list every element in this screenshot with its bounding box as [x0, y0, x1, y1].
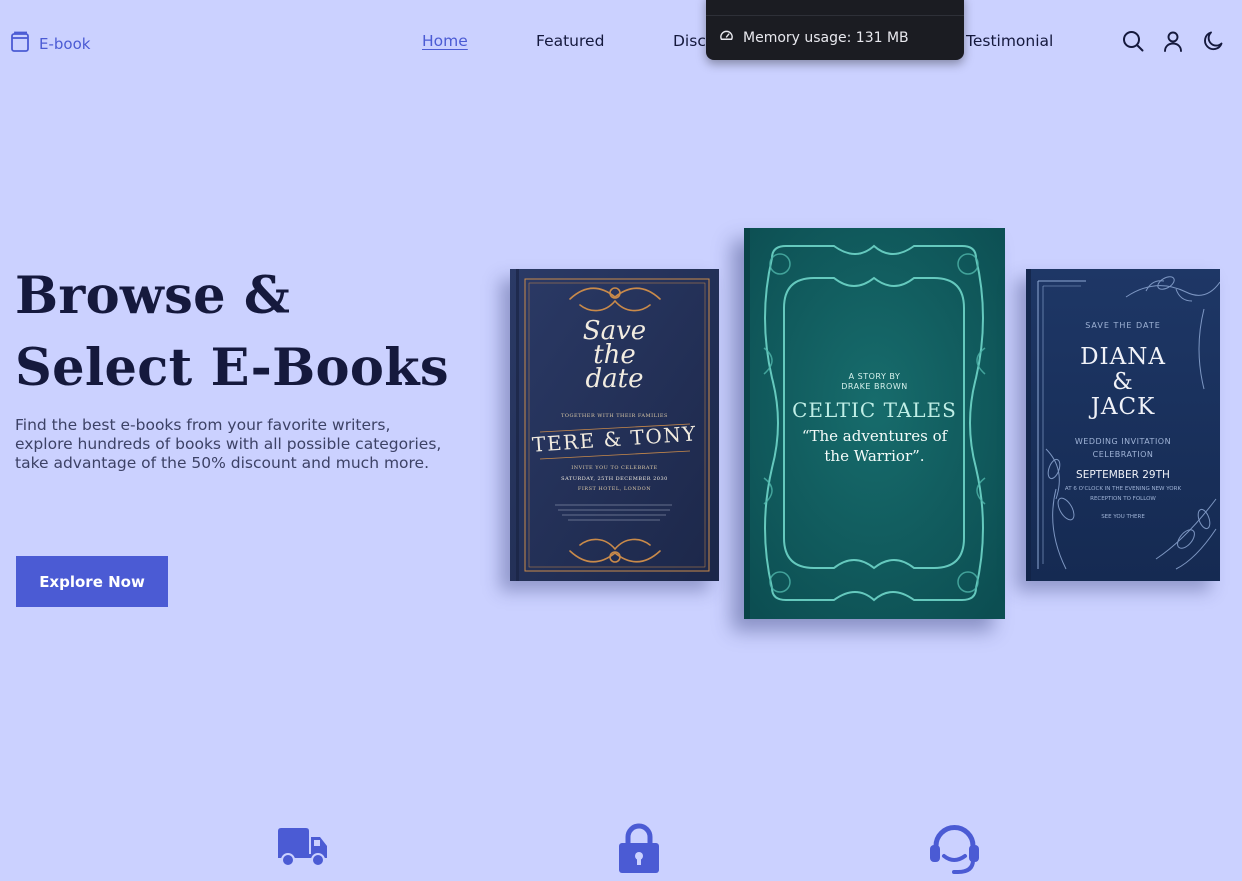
reception-text: RECEPTION TO FOLLOW: [1090, 496, 1156, 502]
memory-usage-text: Memory usage: 131 MB: [743, 29, 909, 46]
user-icon[interactable]: [1162, 30, 1184, 52]
hero-title-line-2: Select E-Books: [15, 338, 449, 398]
name-2: JACK: [1090, 394, 1156, 420]
nav-featured[interactable]: Featured: [536, 32, 604, 50]
couple-names: DIANA & JACK: [1026, 345, 1220, 420]
gauge-icon: [719, 28, 734, 47]
see-you-text: SEE YOU THERE: [1101, 514, 1145, 520]
memory-tooltip: Memory usage: 131 MB: [706, 0, 964, 60]
nav-testimonial[interactable]: Testimonial: [966, 32, 1053, 50]
book-subtitle: “The adventures of the Warrior”.: [744, 426, 1005, 466]
headset-icon: [928, 822, 981, 875]
invitation-text: WEDDING INVITATION CELEBRATION: [1026, 435, 1220, 461]
together-text: TOGETHER WITH THEIR FAMILIES: [561, 413, 668, 419]
script-line-3: date: [585, 364, 644, 394]
hero-description: Find the best e-books from your favorite…: [15, 416, 442, 472]
celebration-line: CELEBRATION: [1092, 450, 1154, 459]
explore-now-button[interactable]: Explore Now: [16, 556, 168, 607]
byline-2: DRAKE BROWN: [841, 382, 908, 391]
book-cover-celtic-tales[interactable]: A STORY BY DRAKE BROWN CELTIC TALES “The…: [744, 228, 1005, 619]
moon-icon[interactable]: [1202, 30, 1224, 52]
tooltip-header: [706, 0, 964, 16]
book-cover-tere-tony[interactable]: Save the date TOGETHER WITH THEIR FAMILI…: [510, 269, 719, 581]
hero-title-line-1: Browse &: [15, 266, 291, 326]
save-the-date-script: Save the date: [510, 318, 719, 394]
main-nav: Home Featured Disco Testimonial: [0, 32, 1242, 54]
event-date: SATURDAY, 25TH DECEMBER 2030: [561, 476, 668, 482]
invitation-line: WEDDING INVITATION: [1074, 437, 1172, 446]
wedding-time: AT 6 O'CLOCK IN THE EVENING NEW YORK: [1064, 486, 1182, 492]
name-1: DIANA: [1080, 344, 1166, 370]
subtitle-line-2: the Warrior”.: [824, 447, 925, 465]
hero-title: Browse & Select E-Books: [15, 260, 495, 404]
lock-icon: [617, 823, 661, 873]
search-icon[interactable]: [1122, 30, 1144, 52]
subtitle-line-1: “The adventures of: [801, 427, 948, 445]
book-cover-diana-jack[interactable]: SAVE THE DATE DIANA & JACK WEDDING INVIT…: [1026, 269, 1220, 581]
save-the-date-text: SAVE THE DATE: [1085, 321, 1161, 330]
site-header: E-book Home Featured Disco Testimonial: [0, 0, 1242, 84]
invite-text: INVITE YOU TO CELEBRATE: [571, 465, 658, 471]
byline-1: A STORY BY: [848, 372, 901, 381]
book-title: CELTIC TALES: [792, 398, 957, 422]
author-byline: A STORY BY DRAKE BROWN: [744, 372, 1005, 392]
header-actions: [1122, 30, 1224, 52]
event-venue: FIRST HOTEL, LONDON: [577, 486, 652, 492]
wedding-date: SEPTEMBER 29TH: [1076, 469, 1170, 481]
truck-icon: [276, 827, 329, 867]
memory-row: Memory usage: 131 MB: [719, 28, 909, 47]
nav-home[interactable]: Home: [422, 32, 468, 50]
ampersand: &: [1112, 369, 1134, 395]
